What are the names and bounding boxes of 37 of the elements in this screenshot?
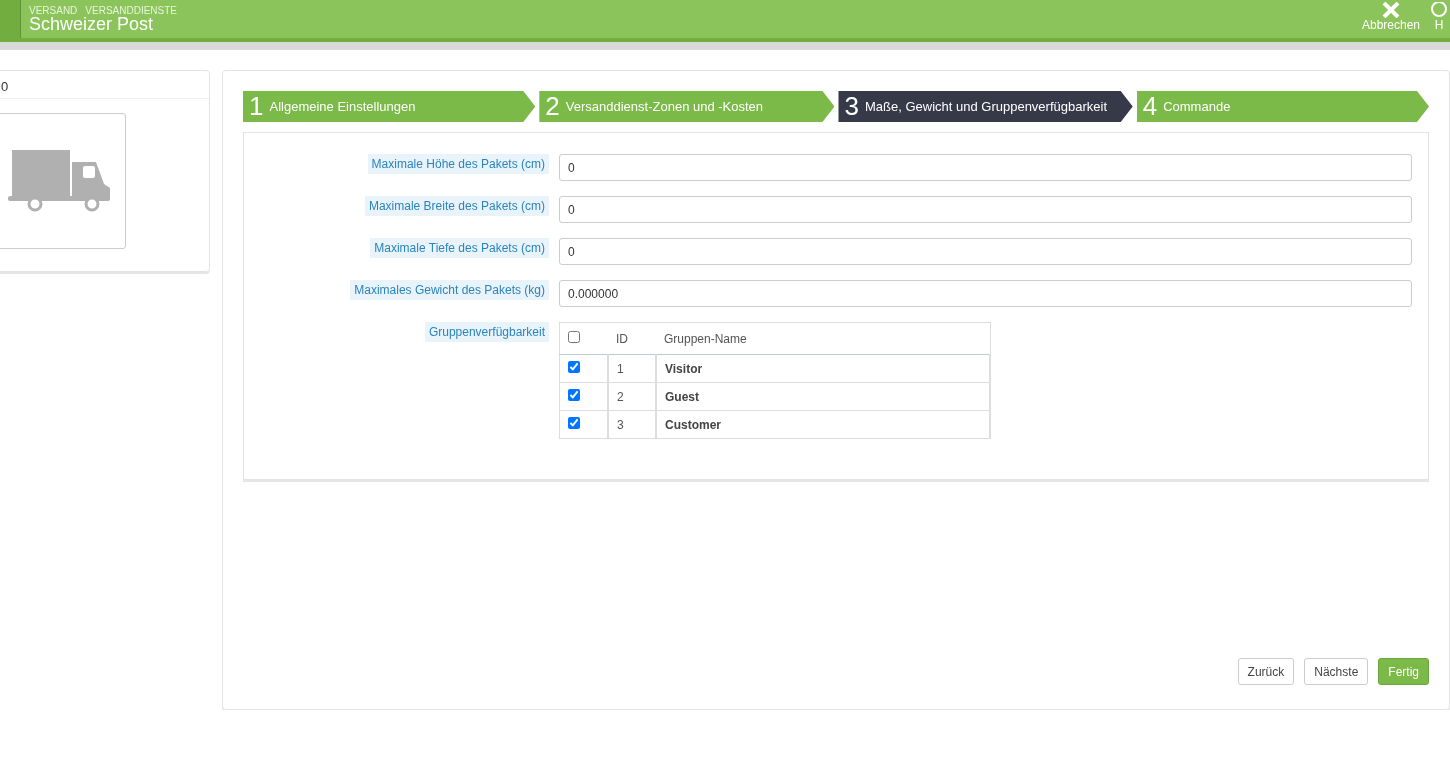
input-field[interactable]: 0.000000 (559, 280, 1412, 307)
field-label: Maximale Tiefe des Pakets (cm) (370, 238, 549, 258)
column-header: ID (608, 322, 656, 355)
checkbox[interactable] (568, 331, 580, 343)
wizard-step[interactable]: 3 Maße, Gewicht und Gruppenverfügbarkeit (838, 91, 1133, 122)
checkbox[interactable] (568, 361, 580, 373)
help-icon (1430, 2, 1448, 18)
nav-button[interactable]: Zurück (1237, 658, 1295, 685)
input-field[interactable]: 0 (559, 154, 1412, 181)
wizard-step[interactable]: 2 Versanddienst-Zonen und -Kosten (539, 91, 835, 122)
table-cell: 3 (608, 410, 656, 439)
wizard-step[interactable]: 1 Allgemeine Einstellungen (243, 91, 536, 122)
table-cell: Guest (656, 382, 990, 411)
wizard-step[interactable]: 4 Commande (1136, 91, 1429, 122)
checkbox[interactable] (568, 417, 580, 429)
help-button[interactable]: H (1430, 2, 1448, 32)
table-cell: Visitor (656, 354, 990, 383)
checkbox[interactable] (568, 389, 580, 401)
cancel-button[interactable]: Abbrechen (1361, 2, 1420, 32)
table-cell: 1 (608, 354, 656, 383)
field-label: Maximale Breite des Pakets (cm) (364, 196, 549, 216)
column-header: Gruppen-Name (656, 322, 990, 355)
table-cell: 2 (608, 382, 656, 411)
breadcrumb-link[interactable]: VERSAND (29, 5, 78, 14)
panel-heading: 0 (0, 71, 209, 99)
finish-button[interactable]: Fertig (1378, 658, 1429, 685)
close-icon (1381, 2, 1400, 18)
table-cell: Customer (656, 410, 990, 439)
breadcrumb-link[interactable]: VERSANDDIENSTE (85, 5, 178, 14)
truck-icon (7, 150, 112, 212)
nav-button[interactable]: Nächste (1304, 658, 1369, 685)
input-field[interactable]: 0 (559, 196, 1412, 223)
field-label: Gruppenverfügbarkeit (424, 322, 549, 342)
field-label: Maximales Gewicht des Pakets (kg) (350, 280, 549, 300)
field-label: Maximale Höhe des Pakets (cm) (367, 154, 549, 174)
input-field[interactable]: 0 (559, 238, 1412, 265)
page-title: Schweizer Post (29, 14, 155, 36)
